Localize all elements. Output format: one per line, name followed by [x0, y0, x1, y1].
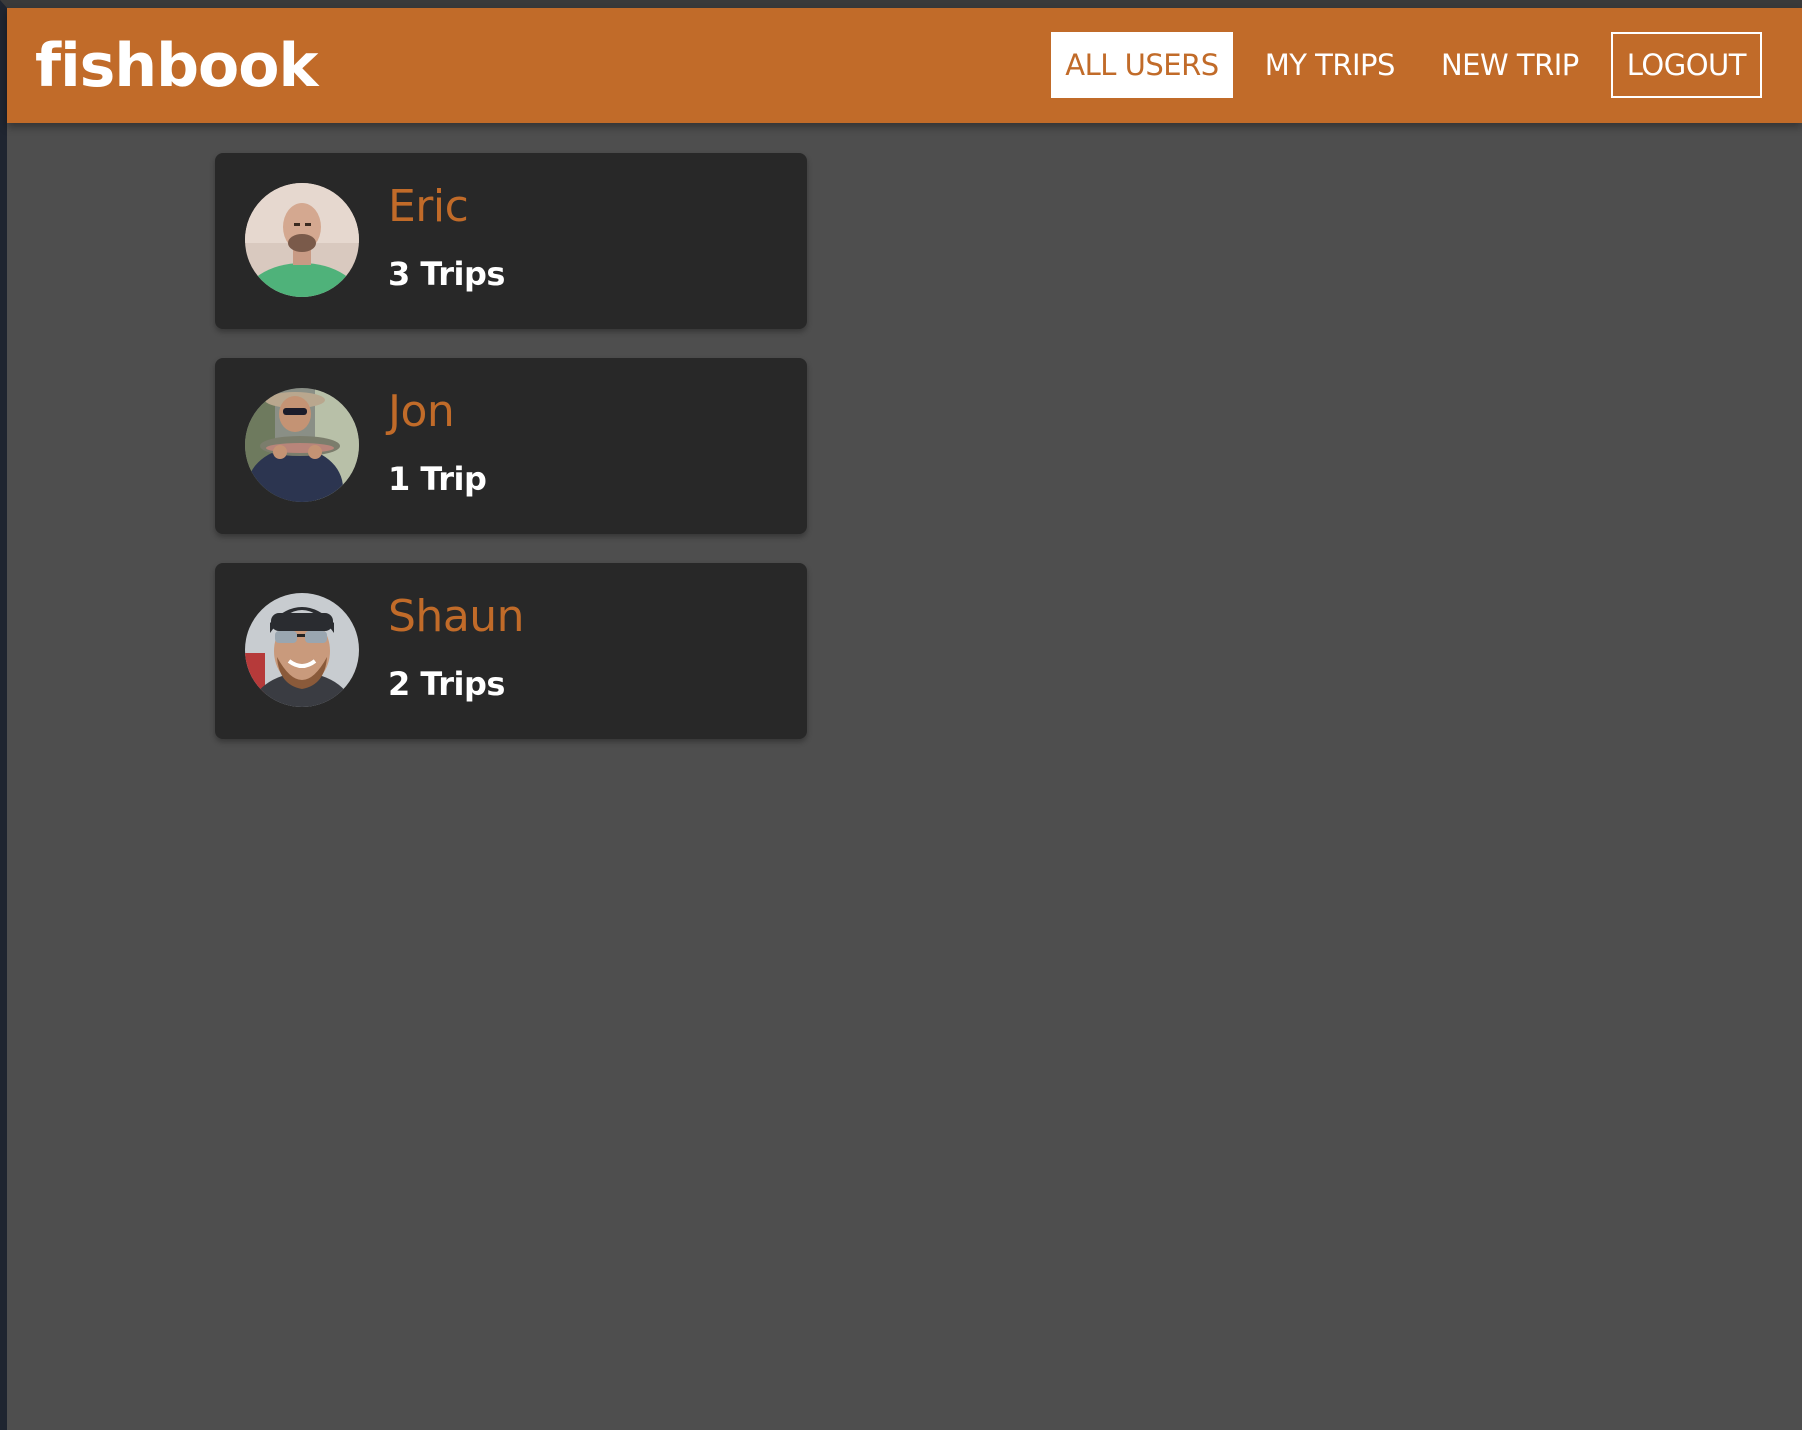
nav-all-users[interactable]: ALL USERS	[1051, 32, 1233, 98]
user-trip-count: 2 Trips	[388, 665, 505, 703]
user-trip-count: 3 Trips	[388, 255, 505, 293]
user-card-jon[interactable]: Jon 1 Trip	[215, 358, 807, 534]
avatar-photo-jon	[245, 388, 359, 502]
user-name[interactable]: Jon	[388, 386, 455, 439]
user-name[interactable]: Eric	[388, 181, 469, 234]
user-card-eric[interactable]: Eric 3 Trips	[215, 153, 807, 329]
user-trip-count: 1 Trip	[388, 460, 487, 498]
avatar[interactable]	[245, 593, 359, 707]
avatar[interactable]	[245, 388, 359, 502]
top-navbar: fishbook ALL USERS MY TRIPS NEW TRIP LOG…	[7, 8, 1802, 123]
avatar-photo-shaun	[245, 593, 359, 707]
logout-button[interactable]: LOGOUT	[1610, 32, 1762, 98]
nav-my-trips[interactable]: MY TRIPS	[1251, 32, 1409, 98]
user-list: Eric 3 Trips Jon 1 Trip Shaun 2 Trips	[215, 153, 807, 768]
avatar[interactable]	[245, 183, 359, 297]
nav-new-trip[interactable]: NEW TRIP	[1427, 32, 1593, 98]
user-card-shaun[interactable]: Shaun 2 Trips	[215, 563, 807, 739]
user-name[interactable]: Shaun	[388, 591, 525, 644]
avatar-photo-eric	[245, 183, 359, 297]
app-window: fishbook ALL USERS MY TRIPS NEW TRIP LOG…	[0, 0, 1802, 1430]
brand-logo[interactable]: fishbook	[35, 30, 318, 102]
nav-links: ALL USERS MY TRIPS NEW TRIP LOGOUT	[1033, 31, 1762, 99]
